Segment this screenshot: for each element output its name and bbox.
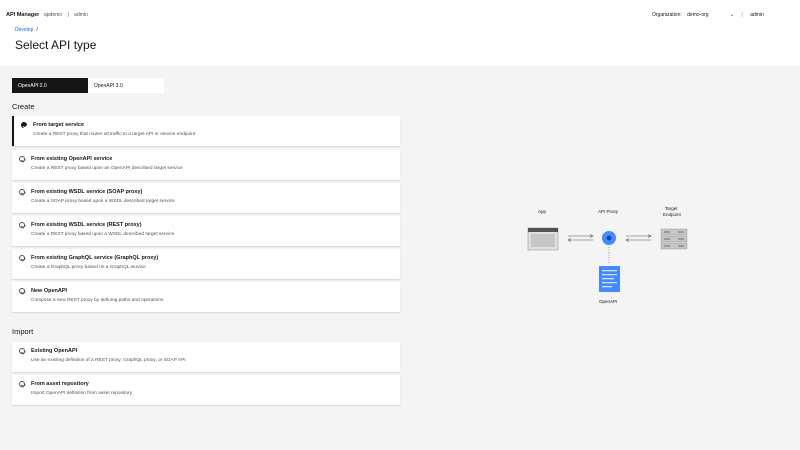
api-proxy-icon [602, 231, 616, 245]
option-description: Compose a new REST proxy by defining pat… [31, 298, 164, 303]
option-description: Create a REST proxy based upon an OpenAP… [31, 166, 183, 171]
breadcrumb-separator: / [36, 27, 38, 33]
top-bar: API Manager apdemo | admin Organization:… [0, 0, 800, 24]
option-description: Use an existing definition of a REST pro… [31, 358, 186, 363]
option-wsdl-soap-proxy[interactable]: From existing WSDL service (SOAP proxy) … [12, 183, 400, 213]
server-icon [660, 228, 688, 250]
tab-openapi-3[interactable]: OpenAPI 3.0 [88, 78, 164, 93]
import-heading: Import [12, 327, 34, 336]
option-title: From existing OpenAPI service [31, 156, 113, 162]
radio-icon[interactable] [19, 381, 25, 387]
option-title: Existing OpenAPI [31, 348, 78, 354]
org-label: Organization: [652, 12, 682, 18]
catalog-name[interactable]: apdemo [44, 12, 62, 18]
catalog-path: apdemo | admin [44, 12, 92, 18]
arrows-icon [567, 234, 594, 242]
option-description: Create a REST proxy that routes all traf… [33, 132, 196, 137]
app-brand[interactable]: API Manager [6, 12, 39, 18]
option-from-existing-openapi[interactable]: From existing OpenAPI service Create a R… [12, 150, 400, 180]
option-new-openapi[interactable]: New OpenAPI Compose a new REST proxy by … [12, 282, 400, 312]
arrows-icon [625, 234, 652, 242]
org-selector[interactable]: Organization: demo-org ⌄ | admin [652, 12, 764, 18]
user-menu[interactable]: admin [750, 12, 764, 18]
option-description: Create a GraphQL proxy based on a GraphQ… [31, 265, 146, 270]
radio-icon[interactable] [19, 288, 25, 294]
option-title: From existing GraphQL service (GraphQL p… [31, 255, 159, 261]
option-existing-openapi[interactable]: Existing OpenAPI Use an existing definit… [12, 342, 400, 372]
option-asset-repository[interactable]: From asset repository Import OpenAPI def… [12, 375, 400, 405]
option-graphql-proxy[interactable]: From existing GraphQL service (GraphQL p… [12, 249, 400, 279]
org-value[interactable]: demo-org [687, 12, 708, 18]
create-heading: Create [12, 102, 35, 111]
option-title: From target service [33, 122, 85, 128]
option-title: From existing WSDL service (SOAP proxy) [31, 189, 143, 195]
option-title: New OpenAPI [31, 288, 68, 294]
option-description: Create a SOAP proxy based upon a WSDL de… [31, 199, 175, 204]
api-proxy-diagram: App API Proxy Target Endpoint OpenAPI [520, 205, 700, 315]
openapi-version-tabs: OpenAPI 2.0 OpenAPI 3.0 [12, 78, 164, 93]
radio-icon[interactable] [19, 189, 25, 195]
openapi-document-icon [599, 266, 620, 292]
app-window-icon [527, 227, 559, 251]
radio-icon[interactable] [19, 255, 25, 261]
page-title: Select API type [15, 38, 97, 52]
radio-icon[interactable] [19, 222, 25, 228]
option-description: Import OpenAPI definition from asset rep… [31, 391, 133, 396]
user-name[interactable]: admin [74, 12, 88, 18]
option-wsdl-rest-proxy[interactable]: From existing WSDL service (REST proxy) … [12, 216, 400, 246]
option-description: Create a REST proxy based upon a WSDL de… [31, 232, 175, 237]
breadcrumb: Develop / [15, 27, 38, 33]
option-from-target-service[interactable]: From target service Create a REST proxy … [12, 116, 400, 146]
header-separator: | [741, 12, 743, 18]
option-title: From existing WSDL service (REST proxy) [31, 222, 142, 228]
radio-icon[interactable] [19, 348, 25, 354]
option-title: From asset repository [31, 381, 89, 387]
radio-icon[interactable] [19, 156, 25, 162]
path-separator: | [67, 12, 69, 18]
breadcrumb-develop[interactable]: Develop [15, 27, 33, 33]
chevron-down-icon[interactable]: ⌄ [730, 12, 734, 18]
tab-openapi-2[interactable]: OpenAPI 2.0 [12, 78, 88, 93]
diagram-graphics [527, 227, 688, 292]
radio-checked-icon[interactable] [21, 122, 27, 128]
page-header: Develop / Select API type [0, 24, 800, 66]
